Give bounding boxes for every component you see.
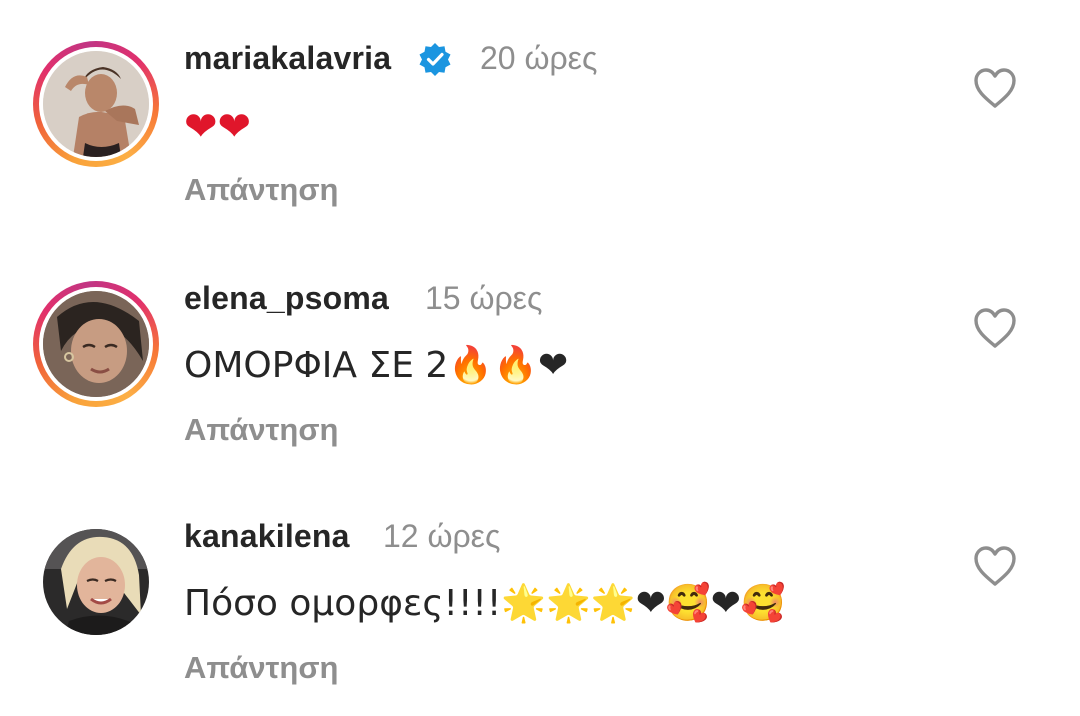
- comment-timestamp: 15 ώρες: [425, 280, 543, 316]
- like-button[interactable]: [972, 306, 1018, 350]
- comment-text-body: Πόσο ομορφες!!!!🌟🌟🌟❤🥰❤🥰: [184, 583, 786, 624]
- comment-text: Πόσο ομορφες!!!!🌟🌟🌟❤🥰❤🥰: [184, 582, 786, 624]
- heart-outline-icon: [974, 308, 1016, 348]
- comment-username[interactable]: kanakilena: [184, 518, 350, 555]
- comment-item: kanakilena 12 ώρες Πόσο ομορφες!!!!🌟🌟🌟❤🥰…: [0, 478, 1080, 716]
- comment-text-body: ΟΜΟΡΦΙΑ ΣΕ 2🔥🔥❤: [184, 345, 569, 386]
- like-button[interactable]: [972, 66, 1018, 110]
- reply-button[interactable]: Απάντηση: [184, 172, 338, 208]
- verified-badge-icon: [419, 43, 451, 76]
- comment-text: ΟΜΟΡΦΙΑ ΣΕ 2🔥🔥❤: [184, 344, 568, 386]
- comment-item: elena_psoma 15 ώρες ΟΜΟΡΦΙΑ ΣΕ 2🔥🔥❤ Απάν…: [0, 240, 1080, 478]
- avatar[interactable]: [43, 291, 149, 397]
- story-ring[interactable]: [33, 41, 159, 167]
- comment-timestamp: 20 ώρες: [480, 40, 598, 76]
- comment-timestamp: 12 ώρες: [383, 518, 501, 554]
- comment-username[interactable]: elena_psoma: [184, 280, 389, 317]
- heart-outline-icon: [974, 546, 1016, 586]
- comment-username[interactable]: mariakalavria: [184, 40, 391, 77]
- story-ring[interactable]: [33, 281, 159, 407]
- reply-button[interactable]: Απάντηση: [184, 412, 338, 448]
- heart-outline-icon: [974, 68, 1016, 108]
- avatar[interactable]: [43, 529, 149, 635]
- comment-text: ❤❤: [184, 104, 251, 150]
- comment-item: mariakalavria 20 ώρες ❤❤ Απάντηση: [0, 0, 1080, 238]
- reply-button[interactable]: Απάντηση: [184, 650, 338, 686]
- like-button[interactable]: [972, 544, 1018, 588]
- avatar[interactable]: [43, 51, 149, 157]
- comment-text-body: ❤❤: [184, 104, 252, 150]
